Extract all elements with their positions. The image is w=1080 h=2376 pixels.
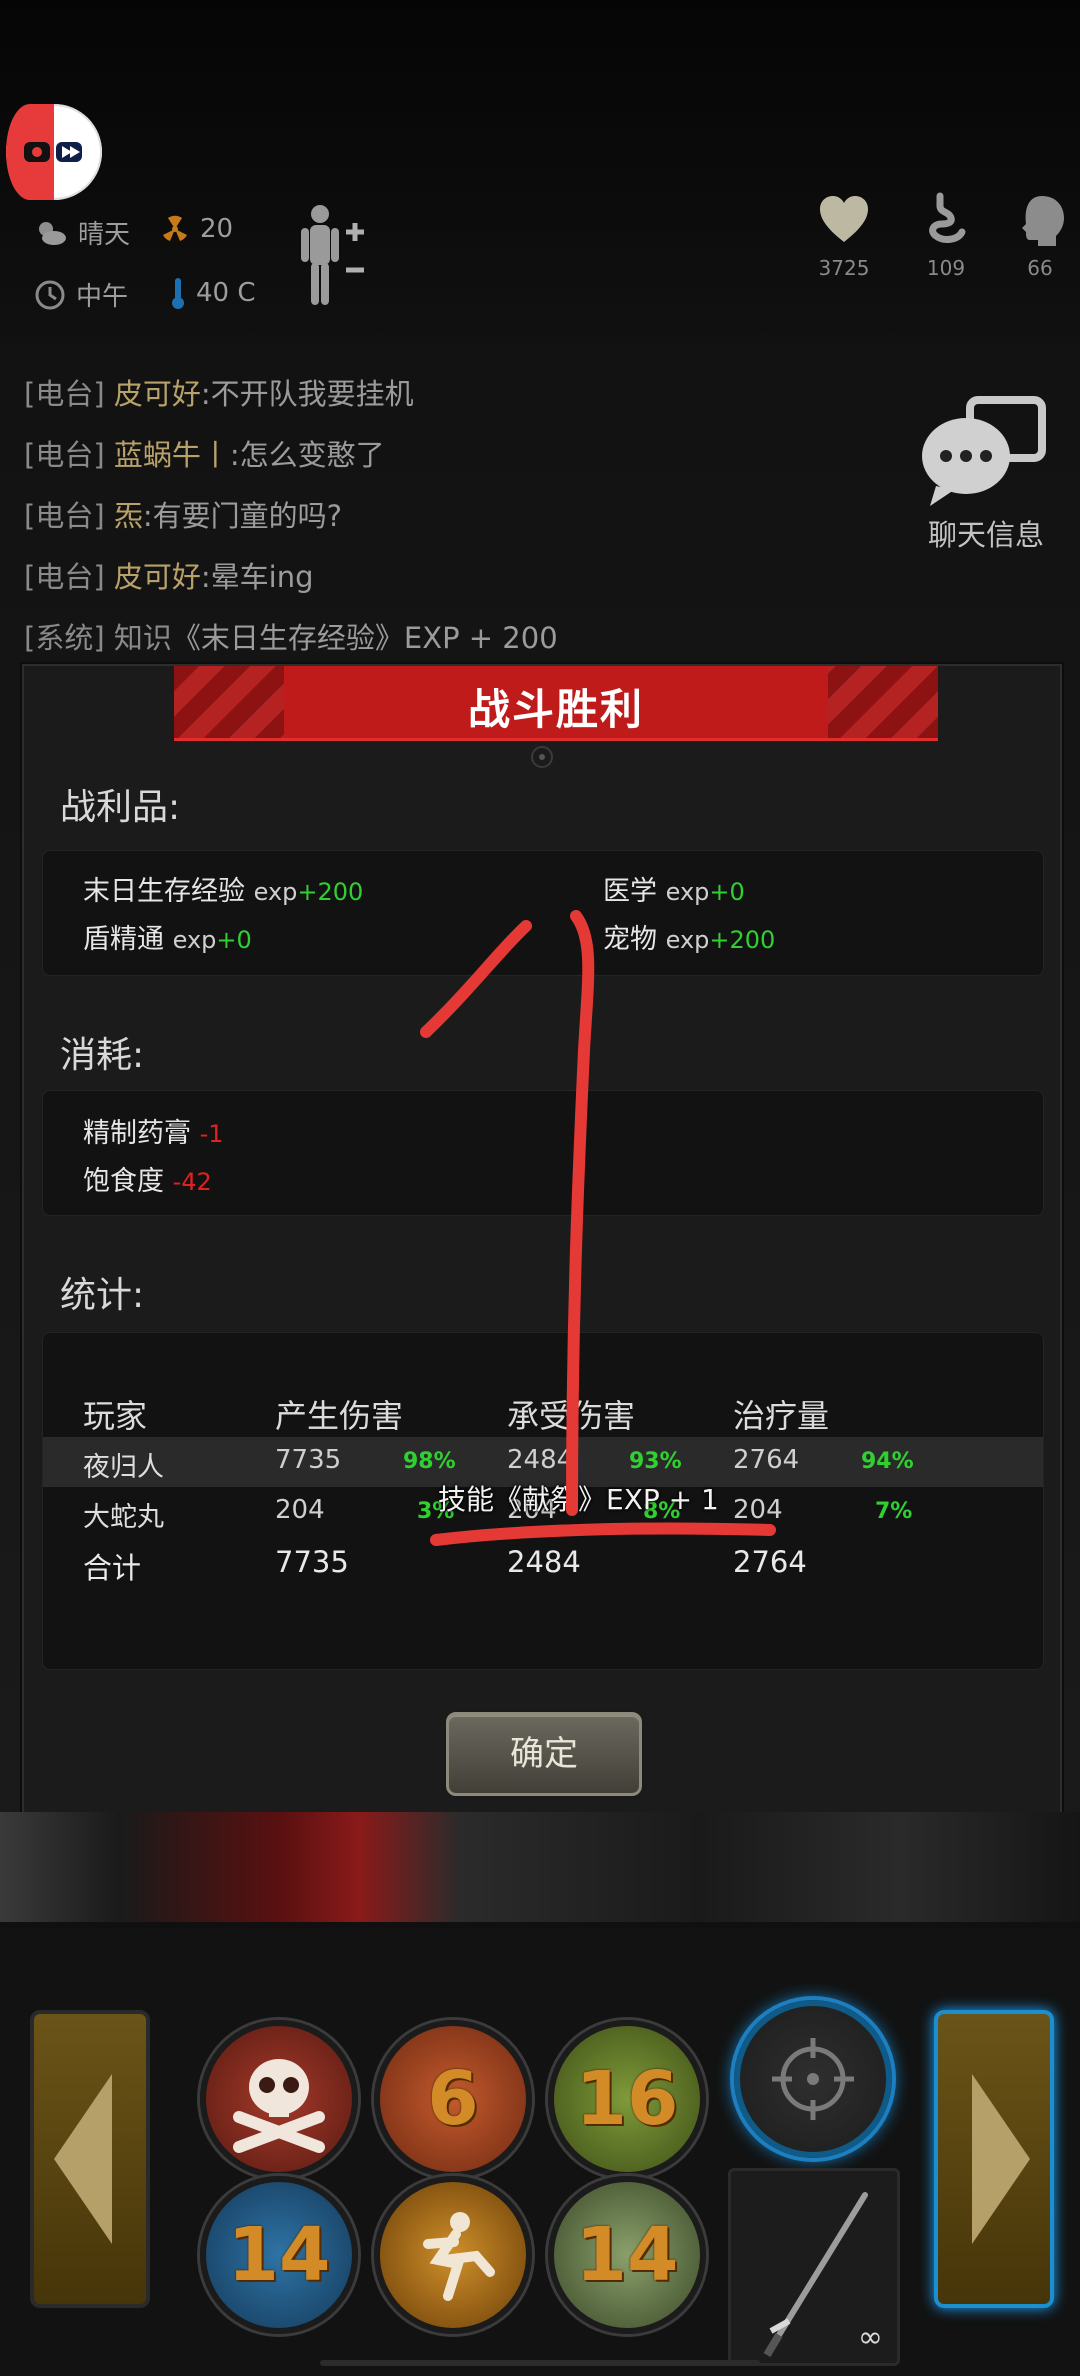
stats-section-title: 统计:	[60, 1275, 145, 1316]
skill-six-button[interactable]: 6	[374, 2020, 532, 2178]
chat-info-label: 聊天信息	[927, 518, 1044, 552]
clock-icon	[34, 279, 66, 311]
record-icon	[24, 142, 82, 162]
arrow-right-icon	[972, 2074, 1030, 2244]
target-skill-button[interactable]	[734, 2000, 892, 2158]
skill-count: 6	[427, 2056, 479, 2142]
sanity-stat: 66	[1000, 192, 1080, 280]
vitals-panel: 3725 109 66	[780, 182, 1080, 302]
health-value: 3725	[818, 256, 870, 280]
temperature-value: 40 C	[196, 278, 256, 308]
skill-sixteen-button[interactable]: 16	[548, 2020, 706, 2178]
thermometer-icon	[170, 276, 186, 310]
crosshair-icon	[772, 2038, 854, 2120]
body-status-icon[interactable]	[298, 200, 368, 310]
stats-header-heal: 治疗量	[733, 1397, 830, 1435]
loot-item: 盾精通 exp+0	[83, 924, 252, 955]
consume-section-title: 消耗:	[60, 1035, 145, 1076]
prev-page-button[interactable]	[30, 2010, 150, 2308]
ammo-infinite: ∞	[858, 2320, 883, 2355]
chat-line: [系统] 知识《末日生存经验》EXP + 200	[24, 621, 558, 655]
consume-item: 精制药膏 -1	[83, 1118, 224, 1149]
radiation-value: 20	[200, 214, 234, 244]
skull-crossbones-icon	[233, 2059, 325, 2153]
loot-section-title: 战利品:	[60, 787, 181, 828]
skill-sprint-button[interactable]	[374, 2176, 532, 2334]
stomach-icon	[929, 192, 966, 243]
hunger-value: 109	[926, 256, 966, 280]
confirm-button[interactable]: 确定	[446, 1712, 642, 1796]
hunger-stat: 109	[906, 192, 986, 280]
weather-label: 晴天	[78, 220, 131, 250]
time-label: 中午	[76, 282, 129, 312]
skill-count: 14	[575, 2212, 679, 2298]
chat-line: [电台] 皮可好:不开队我要挂机	[24, 377, 414, 411]
heart-icon	[820, 196, 868, 242]
health-stat: 3725	[804, 192, 884, 280]
chat-bubble-icon	[922, 396, 1046, 506]
running-man-icon	[423, 2212, 495, 2301]
chat-line: [电台] 炁:有要门童的吗?	[24, 499, 343, 533]
radiation-emblem-icon	[531, 746, 553, 768]
loot-item: 末日生存经验 exp+200	[83, 876, 364, 907]
stats-header-dealt: 产生伤害	[275, 1397, 404, 1435]
radiation-icon	[160, 214, 190, 244]
action-bar	[0, 1928, 1080, 2376]
chat-line: [电台] 皮可好:晕车ing	[24, 560, 314, 594]
skill-heal-button[interactable]: 14	[548, 2176, 706, 2334]
sanity-value: 66	[1027, 256, 1053, 280]
temperature-row: 40 C	[170, 276, 256, 310]
chat-info-button[interactable]: 聊天信息	[916, 394, 1056, 554]
loot-box: 末日生存经验 exp+200 医学 exp+0 盾精通 exp+0 宠物 exp…	[42, 850, 1044, 976]
loot-item: 医学 exp+0	[603, 876, 745, 907]
dialog-header: 战斗胜利	[174, 666, 938, 741]
chat-log: [电台] 皮可好:不开队我要挂机 [电台] 蓝蜗牛丨:怎么变憨了 [电台] 炁:…	[24, 364, 874, 669]
home-indicator[interactable]	[320, 2360, 760, 2366]
weather-icon	[34, 218, 68, 248]
table-total-row: 合计 7735 2484 2764	[83, 1545, 807, 1585]
dialog-title: 战斗胜利	[467, 685, 644, 734]
chat-line: [电台] 蓝蜗牛丨:怎么变憨了	[24, 438, 385, 472]
stats-header-taken: 承受伤害	[507, 1397, 636, 1435]
head-icon	[1022, 196, 1064, 246]
weather-row: 晴天	[34, 214, 130, 251]
weapon-slot[interactable]: ∞	[728, 2168, 900, 2366]
skill-exp-toast: 技能《献祭》EXP + 1	[438, 1483, 719, 1516]
consume-item: 饱食度 -42	[83, 1166, 212, 1197]
loot-item: 宠物 exp+200	[603, 924, 776, 955]
scene-background	[0, 1812, 1080, 1922]
battle-result-dialog: 战斗胜利 战利品: 末日生存经验 exp+200 医学 exp+0 盾精通 ex…	[22, 664, 1062, 1814]
game-screen: 晴天 20 中午 40 C 3725 109 66 [电台] 皮可好:不开队我要…	[0, 0, 1080, 2376]
skill-kneel-button[interactable]: 14	[200, 2176, 358, 2334]
arrow-left-icon	[54, 2074, 112, 2244]
stats-header-player: 玩家	[83, 1397, 148, 1435]
skill-count: 16	[575, 2056, 679, 2142]
skill-skull-button[interactable]	[200, 2020, 358, 2178]
skill-count: 14	[227, 2212, 331, 2298]
consume-box: 精制药膏 -1 饱食度 -42	[42, 1090, 1044, 1216]
time-row: 中午	[34, 276, 128, 313]
floating-assist-button[interactable]	[6, 104, 102, 200]
next-page-button[interactable]	[934, 2010, 1054, 2308]
radiation-row: 20	[160, 214, 233, 244]
